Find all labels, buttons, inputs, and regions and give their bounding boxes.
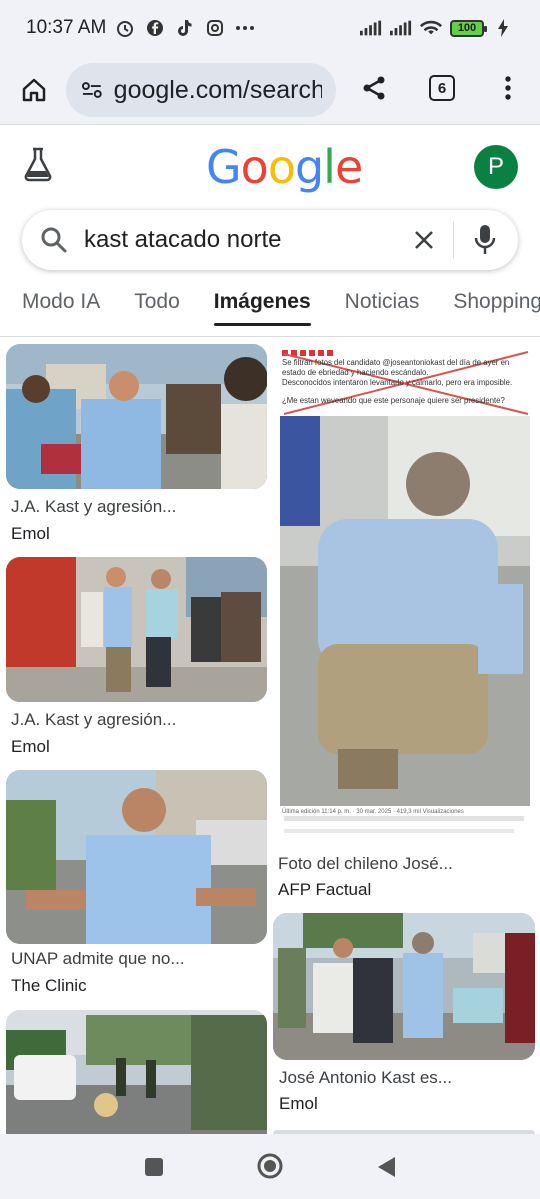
close-icon [415,231,433,249]
result-source: The Clinic [11,976,87,995]
tab-count: 6 [429,75,455,101]
search-tabs: Modo IA Todo Imágenes Noticias Shopping [0,284,540,338]
more-vert-icon [505,76,511,100]
logo-letter: o [240,140,269,194]
home-icon [22,78,46,102]
result-source: Emol [11,524,50,543]
result-title[interactable]: J.A. Kast y agresión... [11,710,176,730]
status-time: 10:37 AM [26,17,107,38]
image-result[interactable]: UNAP admite que no... The Clinic [0,763,270,995]
tab-ai-mode[interactable]: Modo IA [22,284,100,328]
logo-letter: e [334,140,363,194]
share-button[interactable] [354,68,394,108]
clear-search-button[interactable] [409,225,439,255]
tab-images[interactable]: Imágenes [213,284,311,328]
facebook-icon [144,17,166,39]
result-thumbnail[interactable] [6,344,267,489]
alarm-icon [114,17,136,39]
address-bar[interactable]: google.com/search [66,63,336,117]
share-icon [363,76,385,100]
image-result[interactable]: Se filtran fotos del candidato @joseanto… [270,337,540,907]
site-settings-icon [81,82,102,98]
image-result[interactable]: J.A. Kast y agresión... Emol [0,550,270,765]
tab-switcher-button[interactable]: 6 [422,68,462,108]
back-button[interactable] [368,1149,404,1185]
square-icon [145,1158,163,1176]
image-result[interactable]: J.A. Kast y agresión... Emol [0,337,270,552]
image-result[interactable] [0,1010,270,1134]
wifi-icon [420,17,442,39]
charging-icon [492,17,514,39]
result-thumbnail[interactable]: Se filtran fotos del candidato @joseanto… [278,344,534,847]
logo-letter: g [294,140,324,194]
browser-toolbar: google.com/search 6 [0,56,540,124]
result-source: Emol [11,737,50,756]
toolbar-divider [0,124,540,125]
signal-icon-2 [390,17,412,39]
voice-search-button[interactable] [470,222,500,258]
tab-all[interactable]: Todo [134,284,180,328]
search-divider [453,222,454,258]
tweet-line-3: Desconocidos intentaron levantarlo y cal… [282,378,513,387]
search-input[interactable]: kast atacado norte [84,226,409,254]
result-title[interactable]: UNAP admite que no... [11,949,185,969]
search-box[interactable]: kast atacado norte [22,210,518,270]
search-icon [41,227,67,253]
signal-icon [360,17,382,39]
more-notifications-icon [234,17,256,39]
home-nav-button[interactable] [252,1148,288,1184]
account-avatar[interactable]: P [474,145,518,189]
recents-button[interactable] [136,1149,172,1185]
labs-flask-icon[interactable] [22,146,54,182]
tab-news[interactable]: Noticias [345,284,420,328]
result-title[interactable]: J.A. Kast y agresión... [11,497,176,517]
browser-menu-button[interactable] [488,68,528,108]
result-source: AFP Factual [278,880,372,899]
logo-letter: o [267,140,296,194]
google-logo: G o o g l e [206,140,363,194]
mic-icon [474,225,496,254]
instagram-icon [204,17,226,39]
result-thumbnail[interactable] [6,1010,267,1134]
tweet-footer: Última edición 11:14 p. m. · 30 mar. 202… [282,809,464,815]
logo-letter: l [323,140,336,194]
tweet-text: Se filtran fotos del candidato @joseanto… [282,358,530,406]
system-navigation-bar [0,1134,540,1199]
result-thumbnail[interactable] [6,557,267,702]
tweet-line-4: ¿Me estan weveando que este personaje qu… [282,396,505,405]
tab-shopping[interactable]: Shopping [453,284,540,328]
tiktok-icon [174,17,196,39]
result-source: Emol [279,1094,318,1113]
logo-letter: G [206,140,242,194]
battery-icon: 100 [450,19,487,37]
result-title[interactable]: José Antonio Kast es... [279,1068,452,1088]
result-thumbnail[interactable] [6,770,267,944]
tweet-line-1: Se filtran fotos del candidato @joseanto… [282,358,510,367]
result-thumbnail[interactable] [273,913,535,1060]
tweet-line-2: estado de ebriedad y haciendo escándalo. [282,368,429,377]
image-result[interactable]: José Antonio Kast es... Emol [270,907,540,1122]
circle-icon [257,1153,283,1179]
image-results: J.A. Kast y agresión... Emol J.A. Kast y [0,337,540,1134]
url-text: google.com/search [113,75,322,104]
home-button[interactable] [14,70,54,110]
back-triangle-icon [378,1157,395,1177]
result-title[interactable]: Foto del chileno José... [278,854,453,874]
status-bar: 10:37 AM 100 [0,0,540,56]
